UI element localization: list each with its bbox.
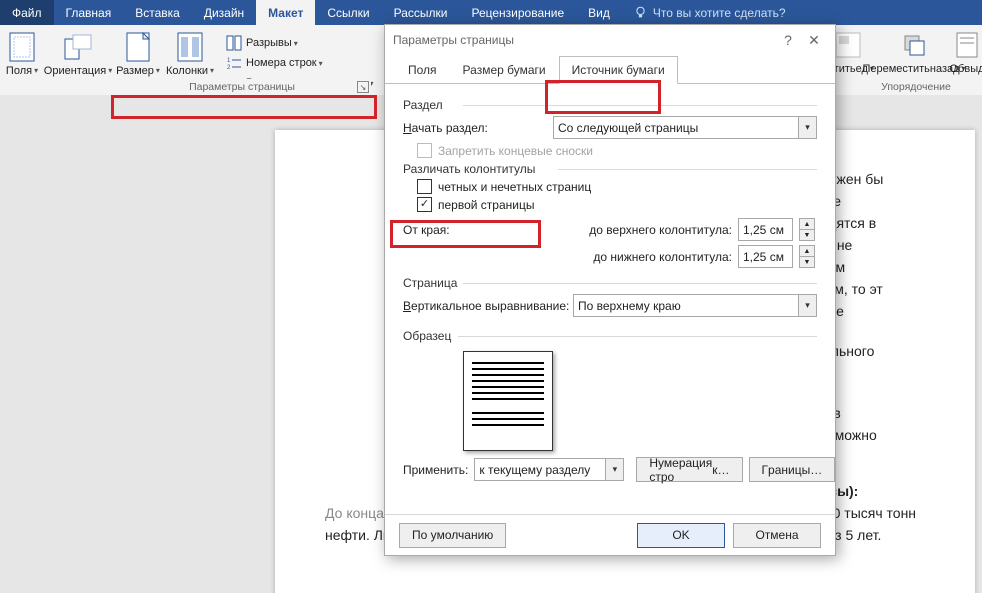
dialog-close-button[interactable]: ✕ bbox=[801, 32, 827, 49]
sample-label: Образец bbox=[403, 329, 817, 343]
footer-distance-input[interactable]: 1,25 см bbox=[738, 245, 793, 268]
line-numbers-button-dlg[interactable]: Нумерация строк… bbox=[636, 457, 742, 482]
chevron-down-icon: ▾ bbox=[156, 65, 160, 77]
checkbox-icon bbox=[417, 179, 432, 194]
chevron-down-icon: ▾ bbox=[605, 459, 623, 480]
tab-references[interactable]: Ссылки bbox=[315, 0, 381, 25]
spinner-up[interactable]: ▲ bbox=[799, 245, 815, 256]
columns-icon bbox=[174, 31, 206, 63]
valign-select[interactable]: По верхнему краю ▾ bbox=[573, 294, 817, 317]
chevron-down-icon: ▾ bbox=[108, 65, 112, 77]
suppress-endnotes-checkbox: Запретить концевые сноски bbox=[417, 143, 817, 158]
ok-button[interactable]: OK bbox=[637, 523, 725, 548]
position-icon bbox=[832, 29, 864, 61]
page-group-label: Страница bbox=[403, 276, 817, 290]
selection-pane-button[interactable]: Обвыд bbox=[952, 27, 982, 87]
dialog-tab-paper[interactable]: Размер бумаги bbox=[450, 56, 559, 84]
tab-view[interactable]: Вид bbox=[576, 0, 622, 25]
chevron-down-icon: ▾ bbox=[34, 65, 38, 77]
chevron-down-icon: ▾ bbox=[210, 65, 214, 77]
tab-review[interactable]: Рецензирование bbox=[459, 0, 576, 25]
svg-text:2: 2 bbox=[227, 65, 231, 71]
cancel-button[interactable]: Отмена bbox=[733, 523, 821, 548]
tellme-search[interactable]: Что вы хотите сделать? bbox=[622, 0, 798, 25]
page-setup-launcher[interactable]: ↘ bbox=[357, 81, 369, 93]
ribbon-tabs: Файл Главная Вставка Дизайн Макет Ссылки… bbox=[0, 0, 982, 25]
section-group-label: Раздел bbox=[403, 98, 817, 112]
chevron-down-icon: ▾ bbox=[319, 59, 323, 68]
dialog-body: Раздел Начать раздел: Со следующей стран… bbox=[385, 84, 835, 514]
arrange-group-label: Упорядочение bbox=[856, 79, 976, 95]
checkbox-checked-icon: ✓ bbox=[417, 197, 432, 212]
first-page-checkbox[interactable]: ✓ первой страницы bbox=[417, 197, 817, 212]
line-numbers-button[interactable]: 12 Номера строк▾ bbox=[222, 53, 327, 73]
send-backward-icon bbox=[898, 29, 930, 61]
odd-even-checkbox[interactable]: четных и нечетных страниц bbox=[417, 179, 817, 194]
section-start-label: Начать раздел: bbox=[403, 121, 553, 135]
chevron-down-icon: ▾ bbox=[798, 295, 816, 316]
margins-icon bbox=[6, 31, 38, 63]
selection-pane-icon bbox=[951, 29, 982, 61]
orientation-button[interactable]: Ориентация▾ bbox=[42, 29, 114, 93]
checkbox-icon bbox=[417, 143, 432, 158]
size-icon bbox=[122, 31, 154, 63]
line-numbers-icon: 12 bbox=[226, 55, 242, 71]
apply-to-select[interactable]: к текущему разделу ▾ bbox=[474, 458, 624, 481]
headers-group-label: Различать колонтитулы bbox=[403, 162, 817, 176]
dialog-tab-margins[interactable]: Поля bbox=[395, 56, 450, 84]
header-distance-label: до верхнего колонтитула: bbox=[564, 223, 732, 237]
dialog-tabs: Поля Размер бумаги Источник бумаги bbox=[385, 55, 835, 84]
spinner-down[interactable]: ▼ bbox=[799, 229, 815, 241]
dialog-title: Параметры страницы bbox=[393, 33, 514, 47]
dialog-tab-layout[interactable]: Источник бумаги bbox=[559, 56, 678, 84]
borders-button[interactable]: Границы… bbox=[749, 457, 835, 482]
dialog-help-button[interactable]: ? bbox=[775, 32, 801, 48]
sample-preview bbox=[463, 351, 553, 451]
tab-design[interactable]: Дизайн bbox=[192, 0, 256, 25]
tab-home[interactable]: Главная bbox=[54, 0, 124, 25]
tab-file[interactable]: Файл bbox=[0, 0, 54, 25]
orientation-icon bbox=[62, 31, 94, 63]
dialog-titlebar[interactable]: Параметры страницы ? ✕ bbox=[385, 25, 835, 55]
lightbulb-icon bbox=[634, 6, 647, 19]
tab-mailings[interactable]: Рассылки bbox=[382, 0, 460, 25]
send-backward-button[interactable]: Переместитьназад▾ bbox=[876, 27, 952, 87]
from-edge-label: От края: bbox=[403, 223, 558, 237]
breaks-button[interactable]: Разрывы▾ bbox=[222, 33, 302, 53]
tab-insert[interactable]: Вставка bbox=[123, 0, 192, 25]
valign-label: Вертикальное выравнивание: bbox=[403, 299, 573, 313]
dialog-footer: По умолчанию OK Отмена bbox=[385, 514, 835, 555]
spinner-down[interactable]: ▼ bbox=[799, 256, 815, 268]
margins-button[interactable]: Поля▾ bbox=[2, 29, 42, 93]
svg-text:1: 1 bbox=[227, 58, 231, 64]
close-icon: ✕ bbox=[808, 32, 820, 48]
breaks-icon bbox=[226, 35, 242, 51]
tab-layout[interactable]: Макет bbox=[256, 0, 315, 25]
chevron-down-icon: ▾ bbox=[798, 117, 816, 138]
spinner-up[interactable]: ▲ bbox=[799, 218, 815, 229]
page-setup-dialog: Параметры страницы ? ✕ Поля Размер бумаг… bbox=[384, 24, 836, 556]
chevron-down-icon: ▾ bbox=[294, 39, 298, 48]
header-distance-input[interactable]: 1,25 см bbox=[738, 218, 793, 241]
footer-distance-label: до нижнего колонтитула: bbox=[564, 250, 732, 264]
page-setup-group-label: Параметры страницы ↘ bbox=[113, 79, 371, 95]
set-default-button[interactable]: По умолчанию bbox=[399, 523, 506, 548]
apply-to-label: Применить: bbox=[403, 463, 468, 477]
section-start-select[interactable]: Со следующей страницы ▾ bbox=[553, 116, 817, 139]
